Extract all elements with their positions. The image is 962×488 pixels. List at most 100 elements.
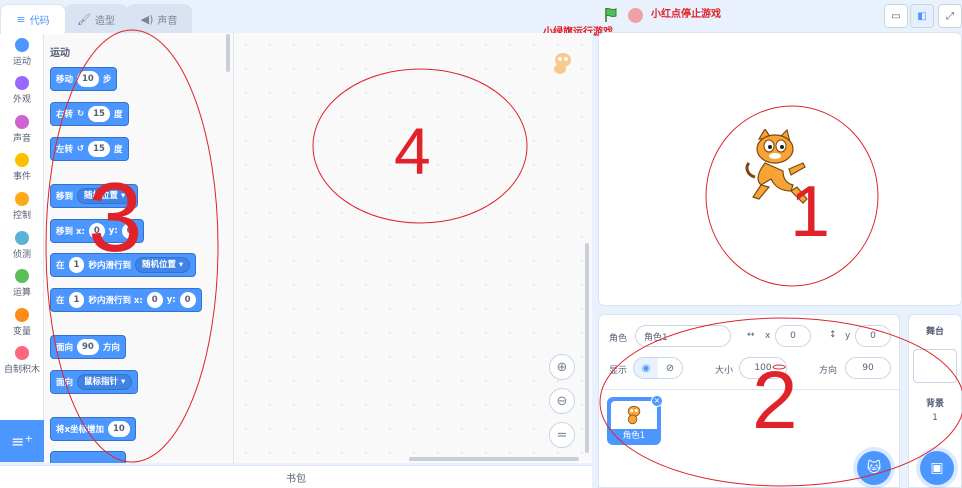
x-arrow-icon: ↔ bbox=[747, 330, 755, 340]
sprite-info-panel: 角色 角色1 ↔ x 0 ↕ y 0 显示 ◉ ⊘ 大小 100 方向 90 角… bbox=[598, 314, 900, 488]
block-turn-left[interactable]: 左转 ↺ 15 度 bbox=[50, 137, 129, 161]
zoom-in-button[interactable]: ⊕ bbox=[549, 354, 575, 380]
stage-title: 舞台 bbox=[925, 327, 944, 337]
code-workspace[interactable]: ⊕ ⊖ = bbox=[234, 33, 592, 463]
x-label: x bbox=[765, 331, 771, 341]
category-sensing[interactable]: 侦测 bbox=[0, 231, 44, 260]
block-turn-right[interactable]: 右转 ↻ 15 度 bbox=[50, 102, 129, 126]
editor-tabs: ≡ 代码 🖌 造型 ◀) 声音 bbox=[0, 4, 595, 34]
direction-input[interactable]: 90 bbox=[77, 339, 99, 355]
variables-dot-icon bbox=[15, 308, 29, 322]
annotation-red-stop: 小红点停止游戏 bbox=[651, 9, 721, 20]
backdrop-label: 背景 bbox=[925, 399, 944, 409]
add-extension-button[interactable]: ≡⁺ bbox=[0, 420, 44, 462]
sprite-label: 角色 bbox=[609, 334, 628, 344]
annotation-number-2: 2 bbox=[752, 355, 798, 446]
palette-scrollbar[interactable] bbox=[226, 34, 230, 72]
zoom-reset-icon: = bbox=[556, 427, 568, 443]
looks-dot-icon bbox=[15, 76, 29, 90]
choose-backdrop-button[interactable]: ▣ bbox=[920, 451, 954, 485]
workspace-h-scrollbar[interactable] bbox=[409, 457, 579, 461]
brush-icon: 🖌 bbox=[77, 13, 91, 26]
zoom-reset-button[interactable]: = bbox=[549, 422, 575, 448]
block-point-direction[interactable]: 面向 90 方向 bbox=[50, 335, 126, 359]
block-change-x[interactable]: 将x坐标增加 10 bbox=[50, 417, 136, 441]
change-x-input[interactable]: 10 bbox=[107, 421, 130, 437]
image-add-icon: ▣ bbox=[930, 460, 944, 476]
small-stage-icon: ▭ bbox=[891, 10, 901, 22]
category-variables[interactable]: 变量 bbox=[0, 308, 44, 337]
glide-seconds-input[interactable]: 1 bbox=[68, 257, 85, 273]
y-field[interactable]: 0 bbox=[855, 325, 891, 347]
cat-sprite-icon bbox=[627, 405, 641, 425]
stop-button[interactable] bbox=[628, 8, 643, 23]
my-blocks-dot-icon bbox=[15, 346, 29, 360]
delete-sprite-icon[interactable]: × bbox=[651, 395, 663, 407]
visibility-toggle[interactable]: ◉ ⊘ bbox=[633, 357, 683, 379]
block-glide-xy[interactable]: 在 1 秒内滑行到 x: 0 y: 0 bbox=[50, 288, 202, 312]
rotate-left-icon: ↺ bbox=[77, 144, 85, 154]
sprite-name-field[interactable]: 角色1 bbox=[635, 325, 731, 347]
small-stage-button[interactable]: ▭ bbox=[884, 4, 908, 28]
events-dot-icon bbox=[15, 153, 29, 167]
tab-sounds[interactable]: ◀) 声音 bbox=[126, 4, 192, 34]
show-eye-icon[interactable]: ◉ bbox=[634, 358, 658, 378]
control-dot-icon bbox=[15, 192, 29, 206]
rotate-right-icon: ↻ bbox=[77, 109, 85, 119]
hide-eye-icon[interactable]: ⊘ bbox=[658, 358, 682, 378]
category-events[interactable]: 事件 bbox=[0, 153, 44, 182]
tab-code[interactable]: ≡ 代码 bbox=[0, 4, 66, 34]
point-towards-dropdown[interactable]: 鼠标指针 ▾ bbox=[77, 374, 133, 390]
backdrop-count: 1 bbox=[932, 413, 938, 423]
choose-sprite-button[interactable]: 🐱 bbox=[857, 451, 891, 485]
fullscreen-icon: ⤢ bbox=[946, 10, 954, 22]
x-field[interactable]: 0 bbox=[775, 325, 811, 347]
block-point-towards[interactable]: 面向 鼠标指针 ▾ bbox=[50, 370, 139, 394]
operators-dot-icon bbox=[15, 269, 29, 283]
zoom-out-button[interactable]: ⊖ bbox=[549, 388, 575, 414]
tab-costumes[interactable]: 🖌 造型 bbox=[64, 4, 128, 34]
normal-stage-icon: ◧ bbox=[917, 10, 927, 22]
category-motion[interactable]: 运动 bbox=[0, 38, 44, 67]
y-arrow-icon: ↕ bbox=[829, 330, 837, 340]
zoom-out-icon: ⊖ bbox=[556, 393, 568, 409]
category-sound[interactable]: 声音 bbox=[0, 115, 44, 144]
green-flag-icon[interactable] bbox=[603, 7, 619, 23]
workspace-v-scrollbar[interactable] bbox=[585, 243, 589, 453]
stage-thumbnail bbox=[913, 349, 957, 383]
annotation-number-4: 4 bbox=[394, 114, 431, 188]
fullscreen-button[interactable]: ⤢ bbox=[938, 4, 962, 28]
normal-stage-button[interactable]: ◧ bbox=[910, 4, 934, 28]
block-move-steps[interactable]: 移动 10 步 bbox=[50, 67, 118, 91]
glide-target-dropdown[interactable]: 随机位置 ▾ bbox=[134, 257, 191, 273]
size-label: 大小 bbox=[715, 366, 734, 376]
sprite-tile[interactable]: 角色1 × bbox=[607, 395, 663, 445]
stage-selector[interactable]: 舞台 背景 1 ▣ bbox=[908, 314, 962, 488]
cat-sprite-icon bbox=[554, 53, 571, 74]
category-menu: 运动 外观 声音 事件 控制 侦测 运算 变量 自制积木 bbox=[0, 33, 44, 458]
y-label: y bbox=[845, 331, 851, 341]
annotation-number-1: 1 bbox=[790, 172, 831, 252]
glide-x-input[interactable]: 0 bbox=[146, 292, 163, 308]
zoom-in-icon: ⊕ bbox=[556, 359, 568, 375]
sprite-tile-thumbnail bbox=[611, 401, 657, 429]
category-looks[interactable]: 外观 bbox=[0, 76, 44, 105]
sprite-tile-name: 角色1 bbox=[622, 431, 646, 441]
turn-right-degrees-input[interactable]: 15 bbox=[88, 106, 110, 122]
steps-input[interactable]: 10 bbox=[77, 71, 99, 87]
direction-field[interactable]: 90 bbox=[845, 357, 891, 379]
sound-dot-icon bbox=[15, 115, 29, 129]
stage[interactable] bbox=[598, 32, 962, 306]
glide-y-input[interactable]: 0 bbox=[179, 292, 196, 308]
speaker-icon: ◀) bbox=[140, 13, 154, 26]
panel-divider bbox=[599, 389, 899, 390]
block-partial[interactable] bbox=[50, 451, 126, 463]
category-operators[interactable]: 运算 bbox=[0, 269, 44, 298]
backpack-bar[interactable]: 书包 bbox=[0, 465, 592, 488]
category-my-blocks[interactable]: 自制积木 bbox=[0, 346, 44, 375]
palette-title: 运动 bbox=[50, 48, 70, 59]
turn-left-degrees-input[interactable]: 15 bbox=[88, 141, 110, 157]
category-control[interactable]: 控制 bbox=[0, 192, 44, 221]
glide-xy-seconds-input[interactable]: 1 bbox=[68, 292, 85, 308]
motion-dot-icon bbox=[15, 38, 29, 52]
